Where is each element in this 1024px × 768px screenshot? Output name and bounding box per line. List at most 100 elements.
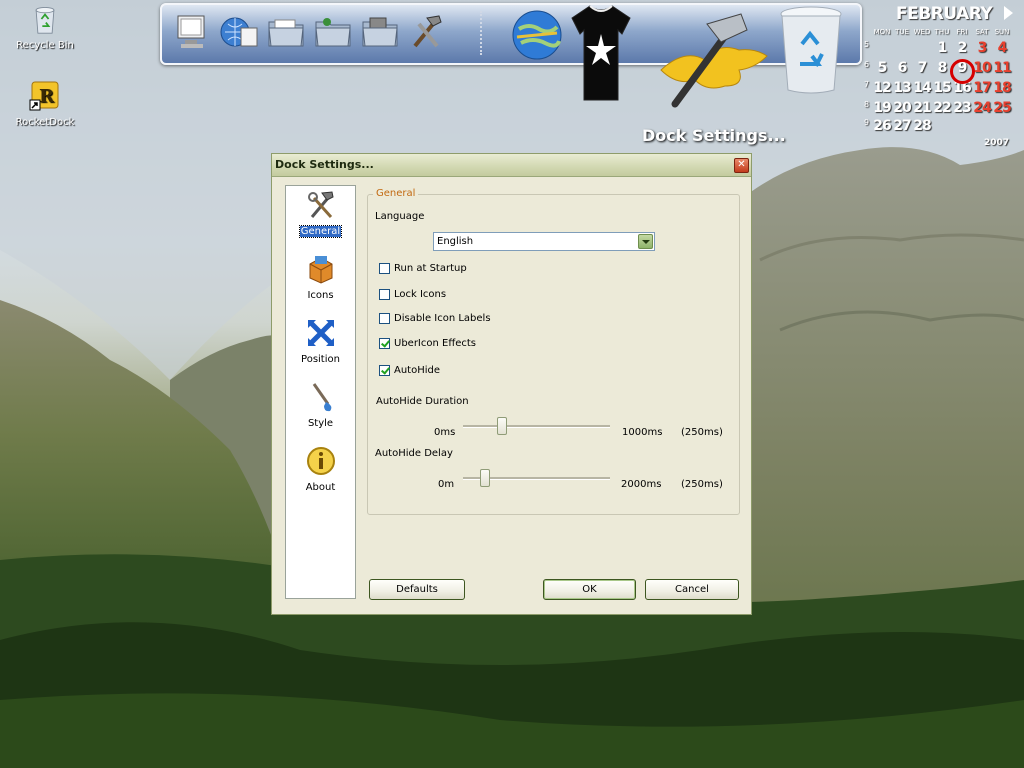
- dock-separator: [480, 11, 484, 55]
- folder-music-icon: [315, 18, 351, 47]
- language-select[interactable]: English: [433, 232, 655, 251]
- calendar-day[interactable]: 2: [952, 40, 972, 56]
- checkbox-box[interactable]: [379, 312, 390, 324]
- calendar-day[interactable]: 18: [992, 80, 1012, 96]
- desktop-icon-rocketdock[interactable]: R RocketDock: [10, 80, 80, 128]
- checkbox-box[interactable]: [379, 262, 390, 274]
- calendar-day-name: THU: [934, 28, 950, 36]
- sidebar-item-general[interactable]: General: [286, 188, 355, 246]
- tshirt-icon[interactable]: [566, 4, 636, 104]
- calendar-day[interactable]: 15: [932, 80, 952, 96]
- calendar-week-number: 7: [864, 80, 870, 89]
- calendar-day[interactable]: 22: [932, 100, 952, 116]
- calendar-week-number: 5: [864, 40, 870, 49]
- autohide-duration-slider[interactable]: [463, 417, 610, 437]
- ok-button[interactable]: OK: [543, 579, 636, 600]
- box-icon: [309, 256, 333, 284]
- calendar-day[interactable]: 5: [872, 60, 892, 76]
- checkbox-lock-icons[interactable]: Lock Icons: [379, 287, 446, 301]
- dock-item-computer[interactable]: [170, 9, 214, 55]
- sidebar-item-label: Position: [301, 354, 340, 365]
- calendar-day[interactable]: 25: [992, 100, 1012, 116]
- calendar-week-number: 8: [864, 100, 870, 109]
- autohide-delay-label: AutoHide Delay: [375, 448, 453, 459]
- calendar-day[interactable]: [992, 118, 1012, 134]
- dock-settings-dialog: Dock Settings... ✕ General Icons Positio…: [271, 153, 752, 615]
- calendar-day[interactable]: 7: [912, 60, 932, 76]
- calendar-day[interactable]: 10: [972, 60, 992, 76]
- calendar-day[interactable]: 6: [892, 60, 912, 76]
- dock-item-globe[interactable]: [507, 7, 567, 63]
- calendar-day[interactable]: [912, 40, 932, 56]
- sidebar-item-label: Icons: [307, 290, 334, 301]
- sidebar-item-icons[interactable]: Icons: [286, 252, 355, 310]
- dialog-titlebar[interactable]: Dock Settings... ✕: [272, 154, 751, 177]
- dock-item-folder-documents[interactable]: [264, 9, 308, 55]
- calendar-day-name: FRI: [956, 28, 968, 36]
- calendar-day[interactable]: [872, 40, 892, 56]
- calendar-day[interactable]: 27: [892, 118, 912, 134]
- calendar-day[interactable]: 24: [972, 100, 992, 116]
- calendar-day[interactable]: 14: [912, 80, 932, 96]
- close-button[interactable]: ✕: [734, 158, 749, 173]
- chevron-down-icon[interactable]: [638, 234, 653, 249]
- calendar-day[interactable]: 19: [872, 100, 892, 116]
- sidebar-item-label: General: [298, 225, 343, 238]
- calendar-day[interactable]: 23: [952, 100, 972, 116]
- globe-icon: [512, 10, 562, 60]
- sidebar-item-style[interactable]: Style: [286, 380, 355, 438]
- dock-item-folder-pictures[interactable]: [358, 9, 402, 55]
- checkbox-autohide[interactable]: AutoHide: [379, 363, 440, 377]
- calendar-day[interactable]: 20: [892, 100, 912, 116]
- tools-icon: [308, 191, 334, 219]
- checkbox-box[interactable]: [379, 288, 390, 300]
- calendar-day[interactable]: 13: [892, 80, 912, 96]
- calendar-day[interactable]: 26: [872, 118, 892, 134]
- recycle-bin-icon[interactable]: [776, 4, 846, 96]
- calendar-day[interactable]: 11: [992, 60, 1012, 76]
- autohide-duration-current: (250ms): [681, 427, 723, 438]
- calendar-week-number: 6: [864, 60, 870, 69]
- calendar-day[interactable]: 21: [912, 100, 932, 116]
- sidebar-item-about[interactable]: About: [286, 444, 355, 502]
- checkbox-ubericon-effects[interactable]: UberIcon Effects: [379, 336, 476, 350]
- calendar-week-row: 26 27 28: [872, 118, 1022, 134]
- calendar-day-name: SAT: [975, 28, 989, 36]
- calendar-day[interactable]: 28: [912, 118, 932, 134]
- checkbox-box[interactable]: [379, 364, 390, 376]
- settings-hammer-icon[interactable]: [655, 8, 775, 108]
- dock-item-folder-music[interactable]: [311, 9, 355, 55]
- calendar-day-name: SUN: [994, 28, 1010, 36]
- desktop-icon-recycle-bin[interactable]: Recycle Bin: [10, 3, 80, 51]
- calendar-month: FEBRUARY: [896, 4, 993, 24]
- calendar-day[interactable]: [952, 118, 972, 134]
- checkbox-label: Run at Startup: [394, 262, 467, 274]
- calendar-day[interactable]: 4: [992, 40, 1012, 56]
- calendar-day[interactable]: 3: [972, 40, 992, 56]
- calendar-day[interactable]: 12: [872, 80, 892, 96]
- checkbox-box[interactable]: [379, 337, 390, 349]
- language-label: Language: [375, 211, 425, 222]
- sidebar-item-position[interactable]: Position: [286, 316, 355, 374]
- rocketdock-icon: R: [29, 81, 59, 111]
- slider-thumb[interactable]: [480, 469, 490, 487]
- calendar-day[interactable]: 17: [972, 80, 992, 96]
- autohide-delay-slider[interactable]: [463, 469, 610, 489]
- cancel-button[interactable]: Cancel: [645, 579, 739, 600]
- checkbox-run-at-startup[interactable]: Run at Startup: [379, 261, 467, 275]
- calendar-day[interactable]: [932, 118, 952, 134]
- autohide-delay-min: 0m: [438, 479, 455, 490]
- calendar-day[interactable]: [972, 118, 992, 134]
- dock-item-network[interactable]: [217, 9, 261, 55]
- dock-item-tools[interactable]: [405, 9, 449, 55]
- checkbox-label: AutoHide: [394, 364, 441, 376]
- next-month-arrow-icon[interactable]: [1004, 6, 1013, 20]
- defaults-button[interactable]: Defaults: [369, 579, 465, 600]
- checkbox-disable-icon-labels[interactable]: Disable Icon Labels: [379, 311, 491, 325]
- calendar-day[interactable]: 1: [932, 40, 952, 56]
- calendar-day[interactable]: 8: [932, 60, 952, 76]
- settings-sidebar: General Icons Position Style About: [285, 185, 356, 599]
- slider-thumb[interactable]: [497, 417, 507, 435]
- calendar-day[interactable]: [892, 40, 912, 56]
- calendar-year: 2007: [984, 138, 1010, 148]
